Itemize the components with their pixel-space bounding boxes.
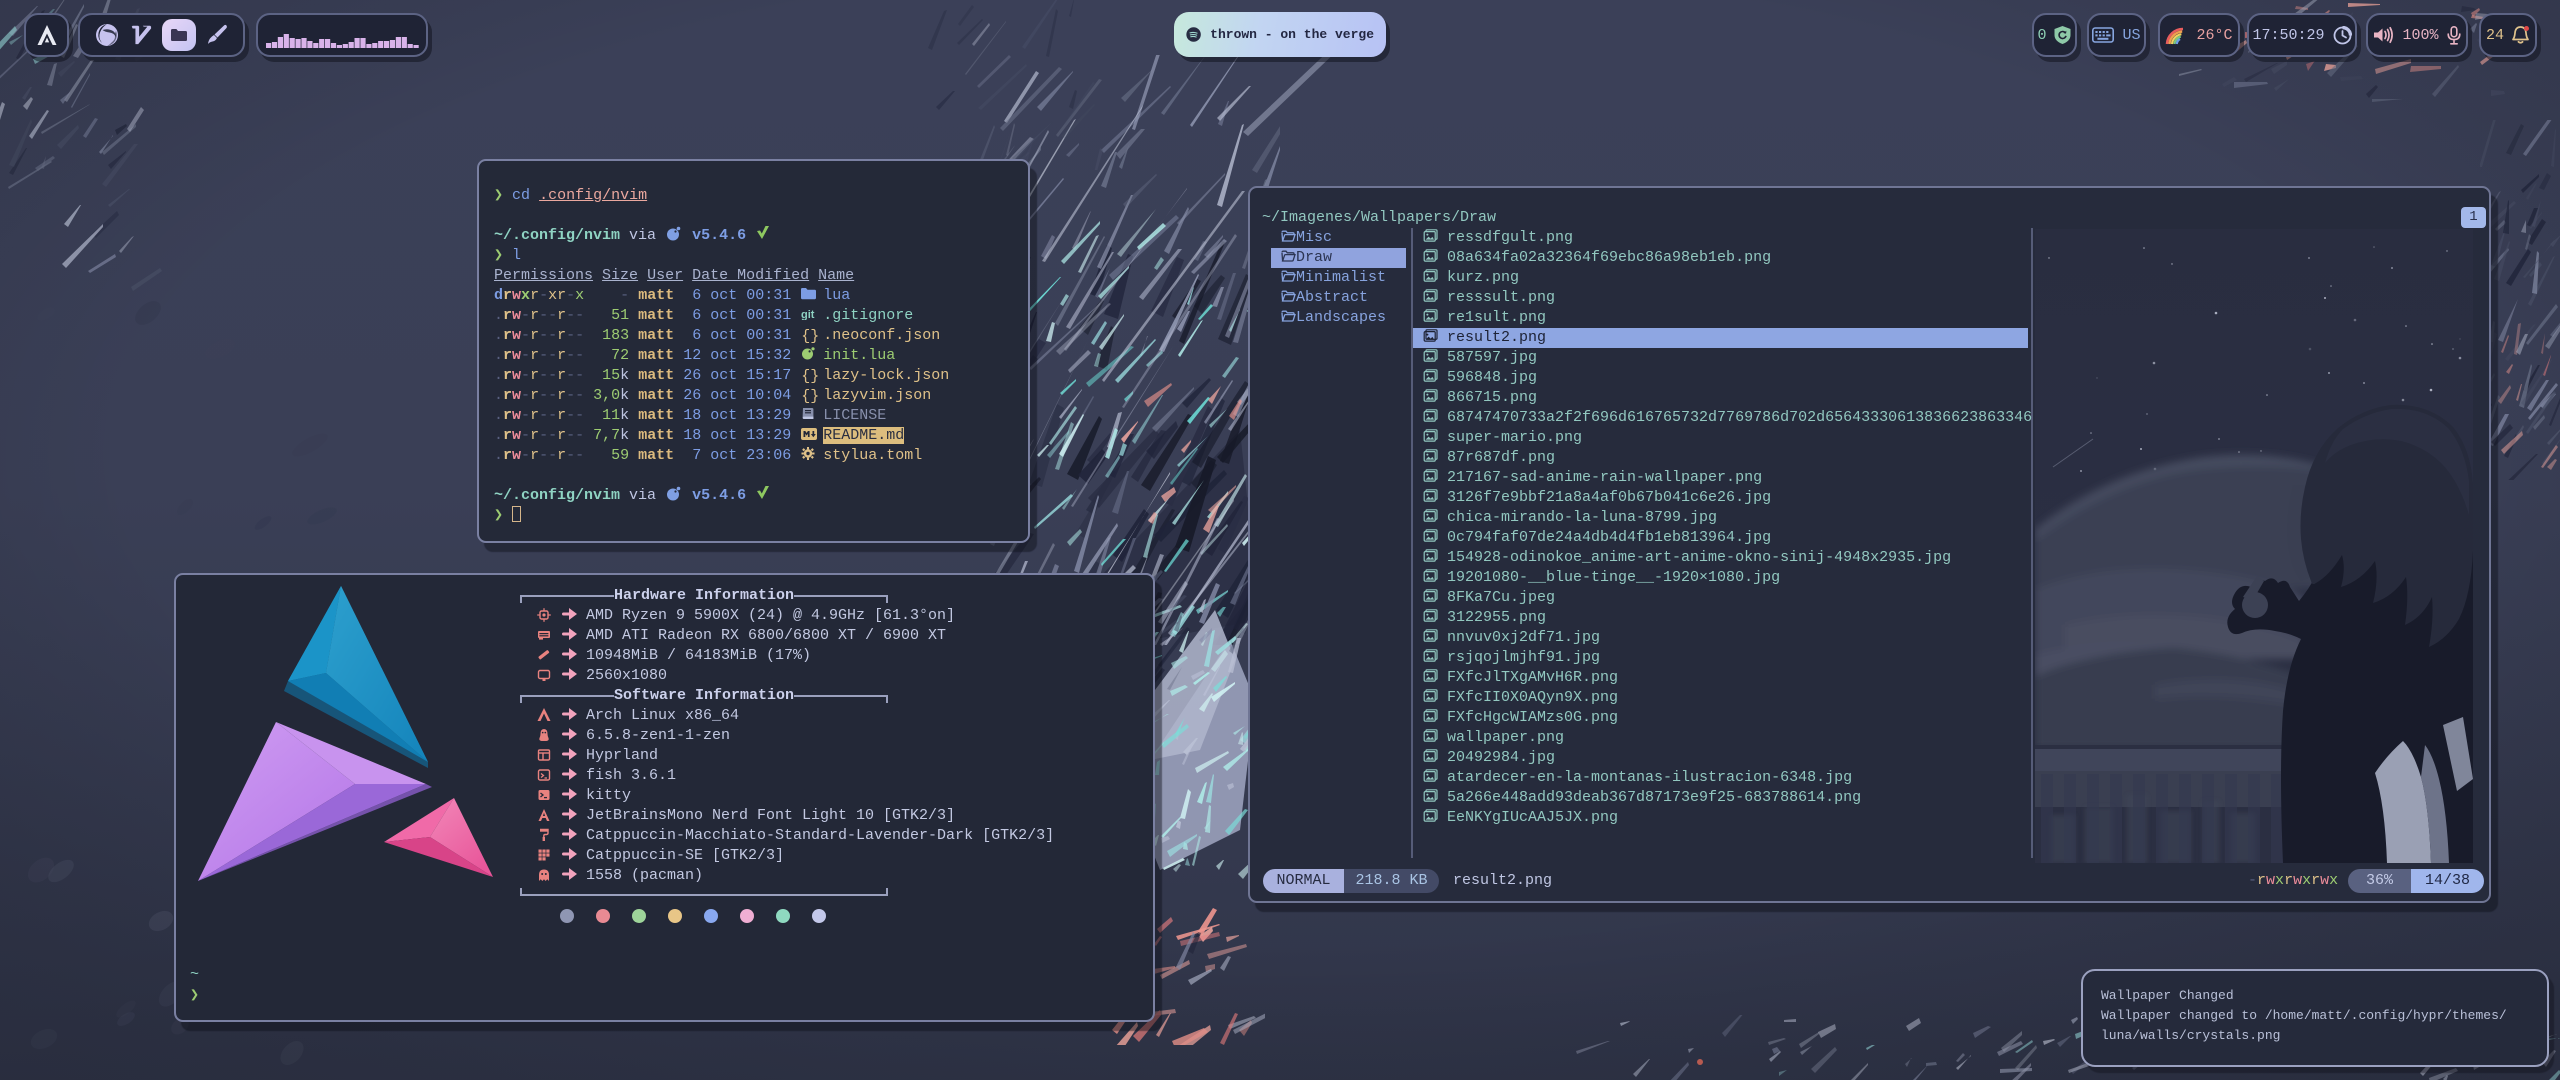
- svg-text:git: git: [801, 309, 815, 320]
